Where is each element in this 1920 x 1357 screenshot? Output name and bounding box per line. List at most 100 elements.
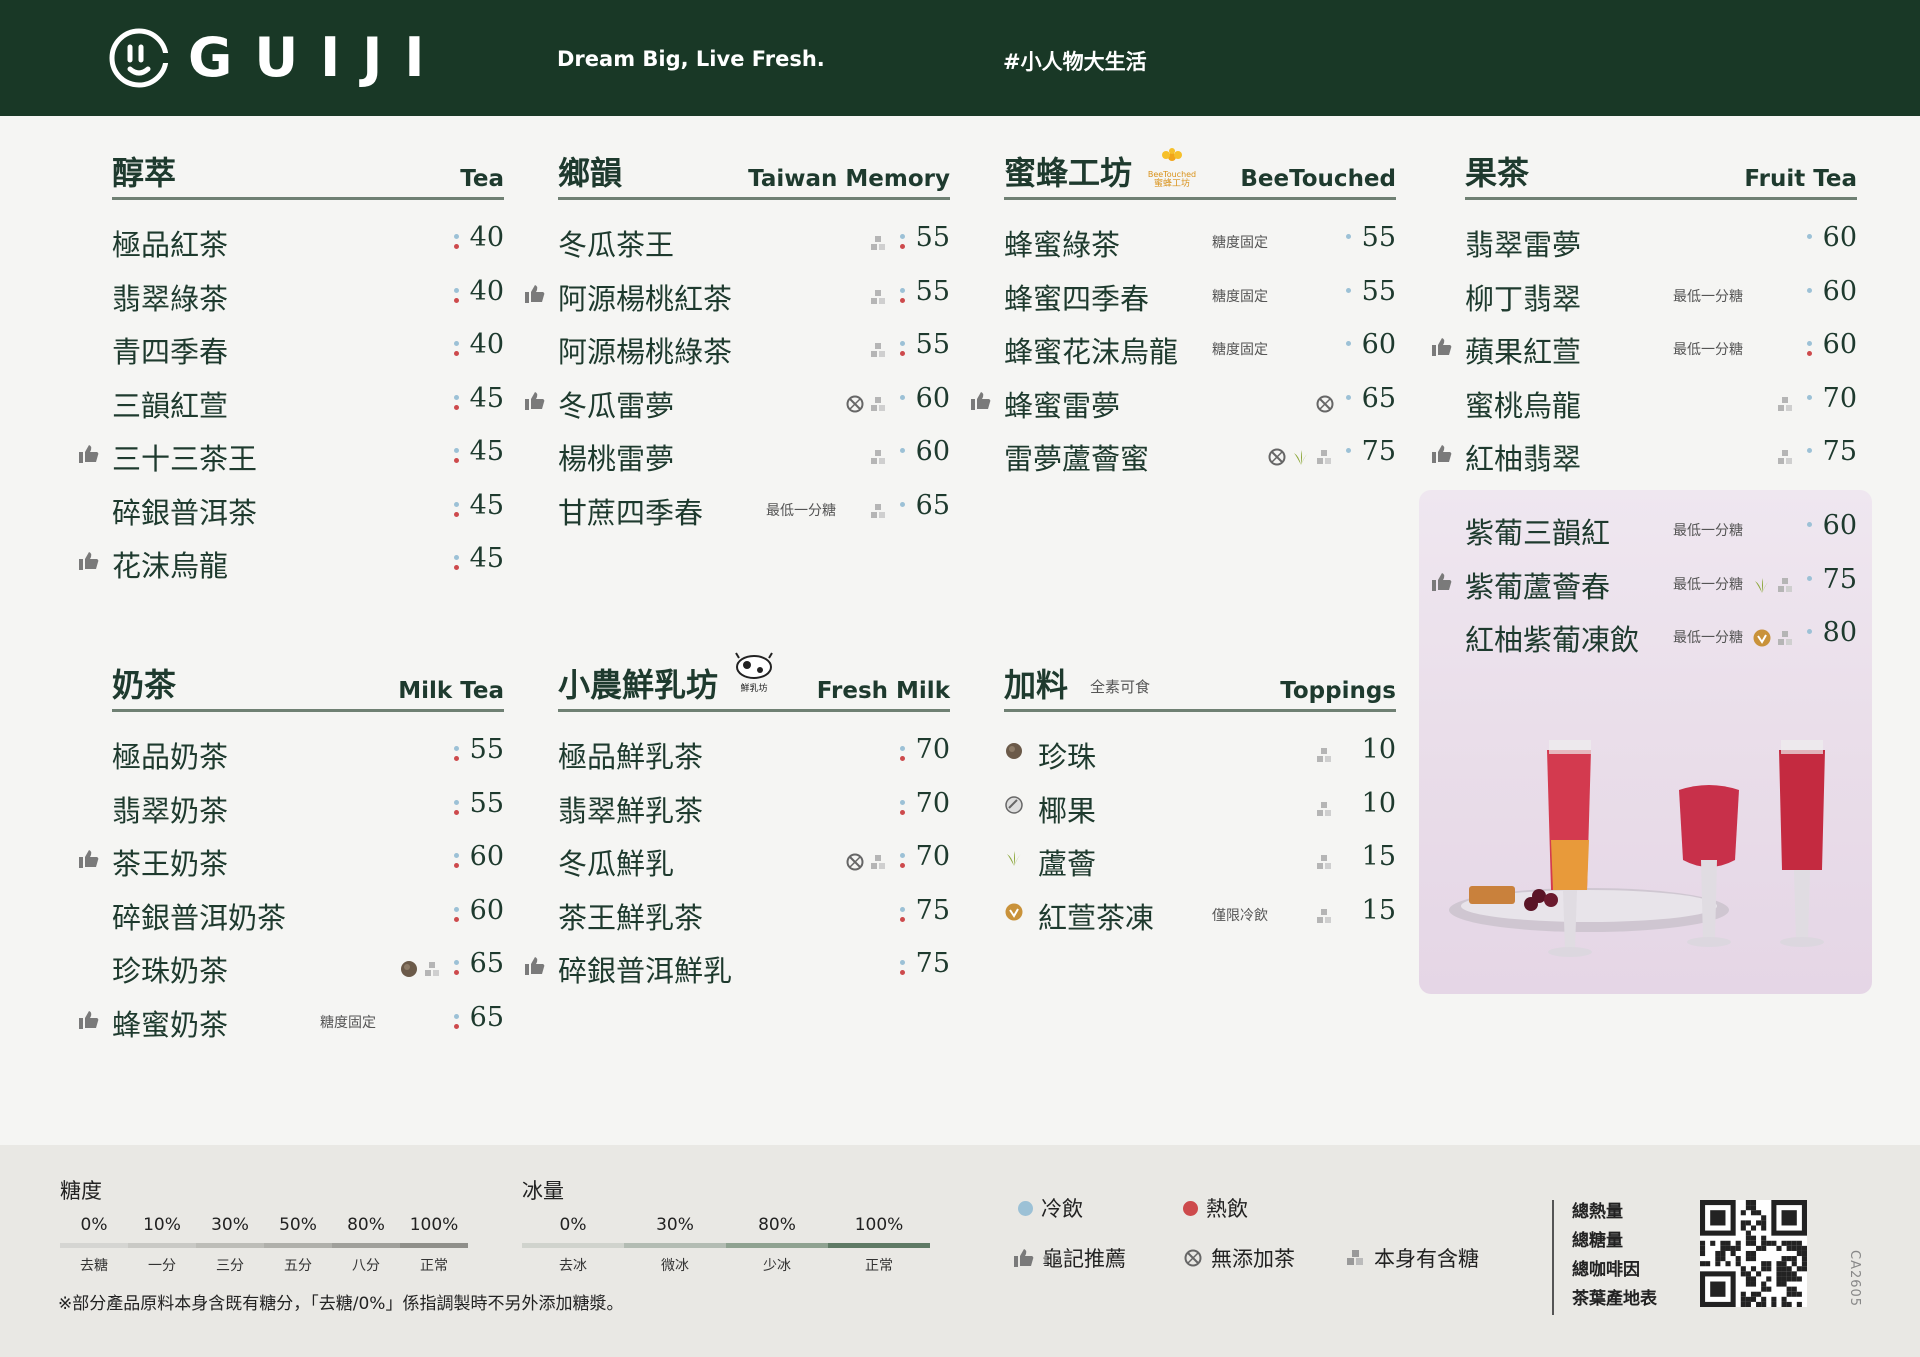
badge-line: BeeTouched (1147, 170, 1197, 179)
menu-item[interactable]: 碎銀普洱鮮乳 75 (525, 940, 950, 994)
menu-item[interactable]: 翡翠奶茶 55 (112, 780, 504, 834)
cold-dot-icon (1807, 575, 1812, 581)
cold-dot-icon (900, 799, 905, 805)
menu-item[interactable]: 蘋果紅萱 最低一分糖 60 (1432, 321, 1857, 375)
menu-item[interactable]: 紫葡三韻紅 最低一分糖 60 (1465, 502, 1857, 556)
menu-item[interactable]: 珍珠 10 (1004, 726, 1396, 780)
recommend-thumb-icon (79, 445, 99, 463)
footer-legend: 糖度 0% 去糖 10% 一分 30% 三分 50% 五分 80% 八分 100% 正常 冰量 0% 去… (0, 1145, 1920, 1357)
menu-item[interactable]: 甘蔗四季春 最低一分糖 65 (558, 482, 950, 536)
cold-dot-icon (900, 501, 905, 507)
scale-percent: 0% (80, 1215, 108, 1235)
menu-item[interactable]: 茶王鮮乳茶 75 (558, 887, 950, 941)
qr-label: 總糖量 (1572, 1231, 1623, 1251)
item-icons (399, 958, 447, 980)
item-name: 翡翠綠茶 (112, 281, 229, 316)
item-price: 60 (1822, 275, 1857, 307)
cold-dot-icon (900, 394, 905, 400)
item-price: 55 (915, 275, 950, 307)
menu-item[interactable]: 珍珠奶茶 65 (112, 940, 504, 994)
sugar-cube-icon (871, 236, 885, 250)
recommend-thumb-icon (79, 1010, 99, 1029)
no-tea-icon (1268, 448, 1286, 466)
cold-dot-icon (900, 906, 905, 912)
menu-item[interactable]: 極品紅茶 40 (112, 214, 504, 268)
item-name: 椰果 (1038, 793, 1097, 828)
menu-item[interactable]: 三十三茶王 45 (79, 428, 504, 482)
menu-item[interactable]: 蜜桃烏龍 70 (1465, 375, 1857, 429)
cold-dot-icon (454, 1013, 459, 1019)
item-note: 最低一分糖 (1673, 576, 1743, 593)
scale-percent: 0% (559, 1215, 587, 1235)
section-title: 鄉韻 (558, 154, 623, 192)
cold-dot-icon (454, 234, 459, 239)
badge-text: 鮮乳坊 (740, 684, 768, 694)
thumbs-up-icon (1014, 1249, 1034, 1267)
menu-item[interactable]: 翡翠綠茶 40 (112, 268, 504, 322)
qr-code[interactable] (1700, 1200, 1807, 1307)
menu-item[interactable]: 翡翠雷夢 60 (1465, 214, 1857, 268)
menu-item[interactable]: 蜂蜜綠茶 糖度固定 55 (1004, 214, 1396, 268)
section-header: 蜜蜂工坊 BeeTouched 蜜蜂工坊 BeeTouched (1004, 146, 1396, 200)
fresh-milk-badge: 鮮乳坊 (732, 652, 776, 696)
brand-logo[interactable]: GUIJI (108, 26, 446, 89)
scale-sublabel: 正常 (865, 1258, 893, 1274)
item-name: 蜂蜜花沫烏龍 (1004, 335, 1179, 369)
item-name: 雷夢蘆薈蜜 (1004, 442, 1150, 476)
sugar-cube-icon (425, 962, 439, 976)
hot-dot-icon (454, 458, 459, 463)
menu-item[interactable]: 蜂蜜雷夢 65 (971, 375, 1396, 429)
menu-item[interactable]: 碎銀普洱茶 45 (112, 482, 504, 536)
cow-icon (735, 652, 773, 679)
menu-item[interactable]: 雷夢蘆薈蜜 75 (1004, 428, 1396, 482)
menu-list: 翡翠雷夢 60 柳丁翡翠 最低一分糖 60 蘋果紅萱 最低一分糖 60 蜜桃烏龍 70 紅柚翡翠 75 (1432, 214, 1857, 482)
menu-item[interactable]: 紅柚紫葡凍飲 最低一分糖 80 (1465, 609, 1857, 663)
menu-item[interactable]: 紫葡蘆薈春 最低一分糖 75 (1432, 556, 1857, 610)
cold-dot-icon (1346, 287, 1351, 293)
menu-item[interactable]: 茶王奶茶 60 (79, 833, 504, 887)
item-icons (1315, 798, 1339, 820)
menu-item[interactable]: 極品鮮乳茶 70 (558, 726, 950, 780)
item-name: 蜂蜜雷夢 (1004, 388, 1121, 423)
scale-bar-segment (522, 1243, 624, 1248)
item-name: 蜂蜜綠茶 (1004, 228, 1121, 262)
item-price: 60 (1822, 222, 1857, 253)
cold-dot-icon (454, 906, 459, 912)
menu-item[interactable]: 三韻紅萱 45 (112, 375, 504, 429)
menu-item[interactable]: 冬瓜雷夢 60 (525, 375, 950, 429)
item-name: 蜜桃烏龍 (1465, 388, 1582, 423)
menu-list: 蜂蜜綠茶 糖度固定 55 蜂蜜四季春 糖度固定 55 蜂蜜花沫烏龍 糖度固定 60 蜂蜜雷夢 65 雷… (971, 214, 1396, 482)
menu-item[interactable]: 翡翠鮮乳茶 70 (558, 780, 950, 834)
menu-item[interactable]: 花沫烏龍 45 (79, 535, 504, 589)
section-english-title: Milk Tea (398, 678, 504, 704)
item-price: 75 (1822, 436, 1857, 467)
hot-dot-icon (1807, 351, 1812, 356)
item-icons (845, 851, 893, 873)
menu-item[interactable]: 阿源楊桃紅茶 55 (525, 268, 950, 322)
menu-item[interactable]: 青四季春 40 (112, 321, 504, 375)
recommend-thumb-icon (525, 284, 545, 303)
menu-item[interactable]: 碎銀普洱奶茶 60 (112, 887, 504, 941)
menu-item[interactable]: 椰果 10 (1004, 780, 1396, 834)
item-price: 60 (1822, 329, 1857, 360)
menu-item[interactable]: 柳丁翡翠 最低一分糖 60 (1465, 268, 1857, 322)
menu-item[interactable]: 紅柚翡翠 75 (1432, 428, 1857, 482)
menu-item[interactable]: 蜂蜜四季春 糖度固定 55 (1004, 268, 1396, 322)
hot-dot-icon (454, 1023, 459, 1029)
menu-item[interactable]: 楊桃雷夢 60 (558, 428, 950, 482)
menu-item[interactable]: 蜂蜜花沫烏龍 糖度固定 60 (1004, 321, 1396, 375)
menu-list: 極品奶茶 55 翡翠奶茶 55 茶王奶茶 60 碎銀普洱奶茶 60 珍珠奶茶 65 蜂蜜奶茶 糖度固定… (79, 726, 504, 1048)
cold-dot-icon (1018, 1200, 1033, 1216)
menu-item[interactable]: 阿源楊桃綠茶 55 (558, 321, 950, 375)
menu-item[interactable]: 冬瓜鮮乳 70 (558, 833, 950, 887)
item-price: 10 (1361, 734, 1396, 765)
section-english-title: Toppings (1280, 678, 1396, 704)
menu-item[interactable]: 極品奶茶 55 (112, 726, 504, 780)
pearl-icon (401, 961, 417, 977)
menu-item[interactable]: 冬瓜茶王 55 (558, 214, 950, 268)
hot-dot-icon (900, 297, 905, 303)
menu-item[interactable]: 蘆薈 15 (1004, 833, 1396, 887)
sugar-cube-icon (1317, 855, 1331, 869)
menu-item[interactable]: 紅萱茶凍 僅限冷飲 15 (1004, 887, 1396, 941)
menu-item[interactable]: 蜂蜜奶茶 糖度固定 65 (79, 994, 504, 1048)
